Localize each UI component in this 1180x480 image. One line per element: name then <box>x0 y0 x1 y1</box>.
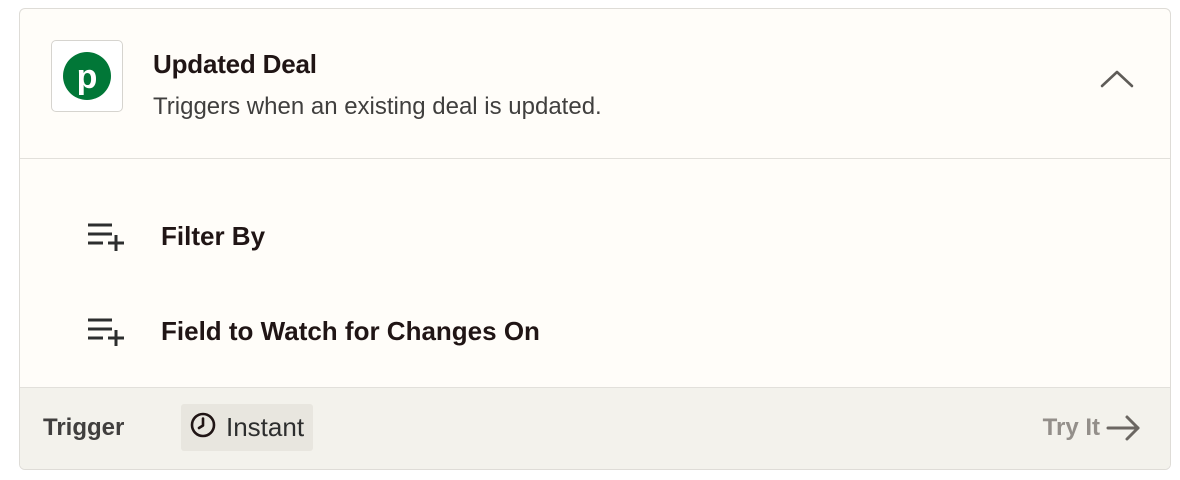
pipedrive-logo-icon: p <box>63 52 111 100</box>
step-type-label: Trigger <box>43 414 125 441</box>
collapse-button[interactable] <box>1091 61 1143 101</box>
option-label: Field to Watch for Changes On <box>161 315 540 346</box>
step-options: Filter By Field to Watch for Changes On <box>20 160 1170 390</box>
try-it-button[interactable]: Try It <box>1043 408 1142 448</box>
instant-badge-label: Instant <box>226 412 305 442</box>
playlist-add-icon <box>86 216 128 256</box>
chevron-up-icon <box>1100 69 1134 94</box>
playlist-add-icon <box>86 311 128 351</box>
step-header[interactable]: p Updated Deal Triggers when an existing… <box>20 9 1170 159</box>
option-field-to-watch[interactable]: Field to Watch for Changes On <box>86 307 540 355</box>
option-filter-by[interactable]: Filter By <box>86 212 265 260</box>
step-title: Updated Deal <box>153 49 317 79</box>
step-footer: Trigger Instant Try It <box>20 387 1170 469</box>
step-description: Triggers when an existing deal is update… <box>153 93 602 120</box>
instant-badge: Instant <box>181 404 314 451</box>
app-icon-tile: p <box>51 40 123 112</box>
option-label: Filter By <box>161 220 266 251</box>
try-it-label: Try It <box>1042 414 1100 441</box>
trigger-step-card: p Updated Deal Triggers when an existing… <box>19 8 1171 470</box>
pipedrive-logo-letter: p <box>77 58 98 96</box>
clock-icon <box>190 412 216 443</box>
arrow-right-icon <box>1106 414 1142 442</box>
